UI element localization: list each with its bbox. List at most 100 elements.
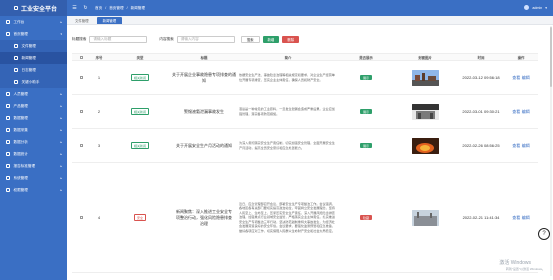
- chevron-down-icon: ▾: [545, 5, 547, 10]
- show-status-badge: 展示: [360, 74, 372, 81]
- username: admin: [532, 5, 543, 10]
- row-title: 关于开展企业事故隐患专项排查的通知: [172, 71, 236, 83]
- chevron-right-icon: ▸: [60, 20, 62, 24]
- breadcrumb: 首页 / 首页管理 / 新闻管理: [95, 6, 145, 11]
- breadcrumb-current: 新闻管理: [130, 5, 145, 10]
- breadcrumb-section[interactable]: 首页管理: [109, 6, 123, 11]
- col-title: 标题: [200, 55, 208, 60]
- row-checkbox[interactable]: [79, 144, 83, 147]
- windows-activation-watermark: 激活 Windows: [499, 260, 531, 266]
- chevron-right-icon: ▸: [60, 104, 62, 108]
- breadcrumb-home[interactable]: 首页: [95, 6, 102, 11]
- refresh-icon[interactable]: ↻: [82, 5, 89, 12]
- log-icon: [14, 68, 18, 72]
- logo-icon: [14, 6, 18, 10]
- lock-icon: [6, 188, 10, 192]
- chevron-right-icon: ▸: [60, 188, 62, 192]
- row-index: 3: [97, 143, 101, 148]
- chevron-right-icon: ▸: [60, 140, 62, 144]
- row-checkbox[interactable]: [79, 110, 83, 113]
- col-time: 时间: [477, 55, 485, 60]
- edit-link[interactable]: 编辑: [522, 75, 530, 81]
- search-button[interactable]: 搜索: [240, 36, 260, 43]
- tab-file-manage[interactable]: 文件管理: [69, 17, 95, 24]
- windows-activation-hint: 转到"设置"以激活 Windows。: [505, 267, 545, 271]
- row-index: 1: [97, 75, 101, 80]
- title-search-input[interactable]: 请输入标题: [89, 36, 148, 43]
- file-icon: [14, 44, 18, 48]
- delete-button[interactable]: 删除: [282, 36, 300, 43]
- view-link[interactable]: 查看: [512, 143, 520, 149]
- content-search-label: 内容搜索: [159, 37, 174, 41]
- sidebar-item-data-stats[interactable]: 数据统计 ▸: [0, 148, 67, 160]
- sidebar-item-workbench[interactable]: 工作台 ▸: [0, 16, 67, 28]
- edit-link[interactable]: 编辑: [522, 109, 530, 115]
- settings-icon: [6, 176, 10, 180]
- edit-link[interactable]: 编辑: [522, 215, 530, 221]
- report-icon: [6, 164, 10, 168]
- sidebar-item-home-manage[interactable]: 首页管理 ▾: [0, 28, 67, 40]
- scrollbar-thumb[interactable]: [550, 27, 552, 87]
- topbar: ☰ ↻ 首页 / 首页管理 / 新闻管理 admin ▾: [67, 0, 553, 16]
- menu-toggle-icon[interactable]: ☰: [71, 5, 78, 12]
- row-time: 2022-02-21 11:41:34: [462, 215, 500, 220]
- chevron-right-icon: ▸: [60, 128, 62, 132]
- view-link[interactable]: 查看: [512, 109, 520, 115]
- select-all-checkbox[interactable]: [79, 55, 83, 59]
- sidebar-item-report[interactable]: 报告标准管理 ▸: [0, 160, 67, 172]
- view-link[interactable]: 查看: [512, 75, 520, 81]
- table-header: 序号 类型 标题 简介 是否展示 封面图片 时间 操作: [72, 53, 538, 61]
- sidebar-item-data-analysis[interactable]: 数据分析 ▸: [0, 136, 67, 148]
- row-time: 2022-03-12 09:56:18: [462, 75, 500, 80]
- sidebar-item-file-manage[interactable]: 文件管理: [0, 40, 67, 52]
- sidebar-item-news-manage[interactable]: 新闻管理: [0, 52, 67, 64]
- row-summary: 依据安全生产法、事故隐患治理等相关规定和要求，对企业生产经营单位开展专项排查，压…: [239, 73, 335, 82]
- stats-icon: [6, 152, 10, 156]
- show-status-badge: 隐藏: [360, 214, 372, 221]
- sidebar-item-personnel[interactable]: 人员管理 ▸: [0, 88, 67, 100]
- sidebar-item-data-manage[interactable]: 数据管理 ▸: [0, 112, 67, 124]
- edit-link[interactable]: 编辑: [522, 143, 530, 149]
- dashboard-icon: [6, 20, 10, 24]
- row-time: 2022-02-26 08:56:25: [462, 143, 500, 148]
- avatar: [524, 5, 530, 10]
- chart-icon: [6, 140, 10, 144]
- factory-image: [411, 69, 439, 86]
- row-checkbox[interactable]: [79, 216, 83, 219]
- tab-news-manage[interactable]: 新闻管理: [96, 17, 123, 24]
- type-tag: 相关新闻: [130, 74, 149, 81]
- chevron-down-icon: ▾: [60, 32, 62, 36]
- col-show: 是否展示: [359, 55, 373, 60]
- assistant-icon: [14, 80, 18, 84]
- user-menu[interactable]: admin ▾: [524, 5, 547, 10]
- user-icon: [6, 92, 10, 96]
- app-brand: 工业安全平台: [0, 0, 67, 16]
- table-row: 1 相关新闻 关于开展企业事故隐患专项排查的通知 依据安全生产法、事故隐患治理等…: [72, 61, 538, 95]
- type-tag: 相关新闻: [130, 108, 149, 115]
- sidebar: 工业安全平台 工作台 ▸ 首页管理 ▾ 文件管理 新闻管理 日志管理 关键小助手…: [0, 0, 67, 280]
- row-checkbox[interactable]: [79, 76, 83, 79]
- sidebar-item-data-collect[interactable]: 数据采集 ▸: [0, 124, 67, 136]
- sidebar-item-permission[interactable]: 权限管理 ▸: [0, 184, 67, 196]
- row-title: 关于开展安全生产月活动的通知: [176, 142, 232, 148]
- sidebar-item-log-manage[interactable]: 日志管理: [0, 64, 67, 76]
- content-search-input[interactable]: 请输入内容: [176, 36, 235, 43]
- table-row: 3 相关新闻 关于开展安全生产月活动的通知 为深入贯彻落实安全生产责任制，切实加…: [72, 129, 538, 163]
- title-search-label: 标题搜索: [72, 37, 87, 41]
- app-title: 工业安全平台: [21, 6, 58, 13]
- help-icon[interactable]: ?: [538, 228, 550, 240]
- row-summary: 为深入贯彻落实安全生产责任制，切实加强安全管理，全面开展安全生产月活动，提高全员…: [239, 141, 335, 150]
- collect-icon: [6, 128, 10, 132]
- chevron-right-icon: ▸: [60, 116, 62, 120]
- news-table: 序号 类型 标题 简介 是否展示 封面图片 时间 操作 1 相关新闻 关于开展企…: [72, 53, 538, 273]
- sidebar-item-product[interactable]: 产品管理 ▸: [0, 100, 67, 112]
- table-row: 4 安全 新闻聚焦：深入推进工业安全专项整治行动，强化风险隐患排查治理 近日，应…: [72, 163, 538, 273]
- add-button[interactable]: 新增: [262, 36, 280, 43]
- sidebar-item-assistant[interactable]: 关键小助手: [0, 76, 67, 88]
- database-icon: [6, 116, 10, 120]
- col-image: 封面图片: [418, 55, 432, 60]
- search-toolbar: 标题搜索 请输入标题 内容搜索 请输入内容 搜索 新增 删除: [72, 36, 300, 43]
- view-link[interactable]: 查看: [512, 215, 520, 221]
- sidebar-item-system[interactable]: 系统管理 ▸: [0, 172, 67, 184]
- row-summary: 近日，应急管理部召开会议，部署安全生产专项整治工作。会议强调，各地区各有关部门要…: [239, 202, 335, 233]
